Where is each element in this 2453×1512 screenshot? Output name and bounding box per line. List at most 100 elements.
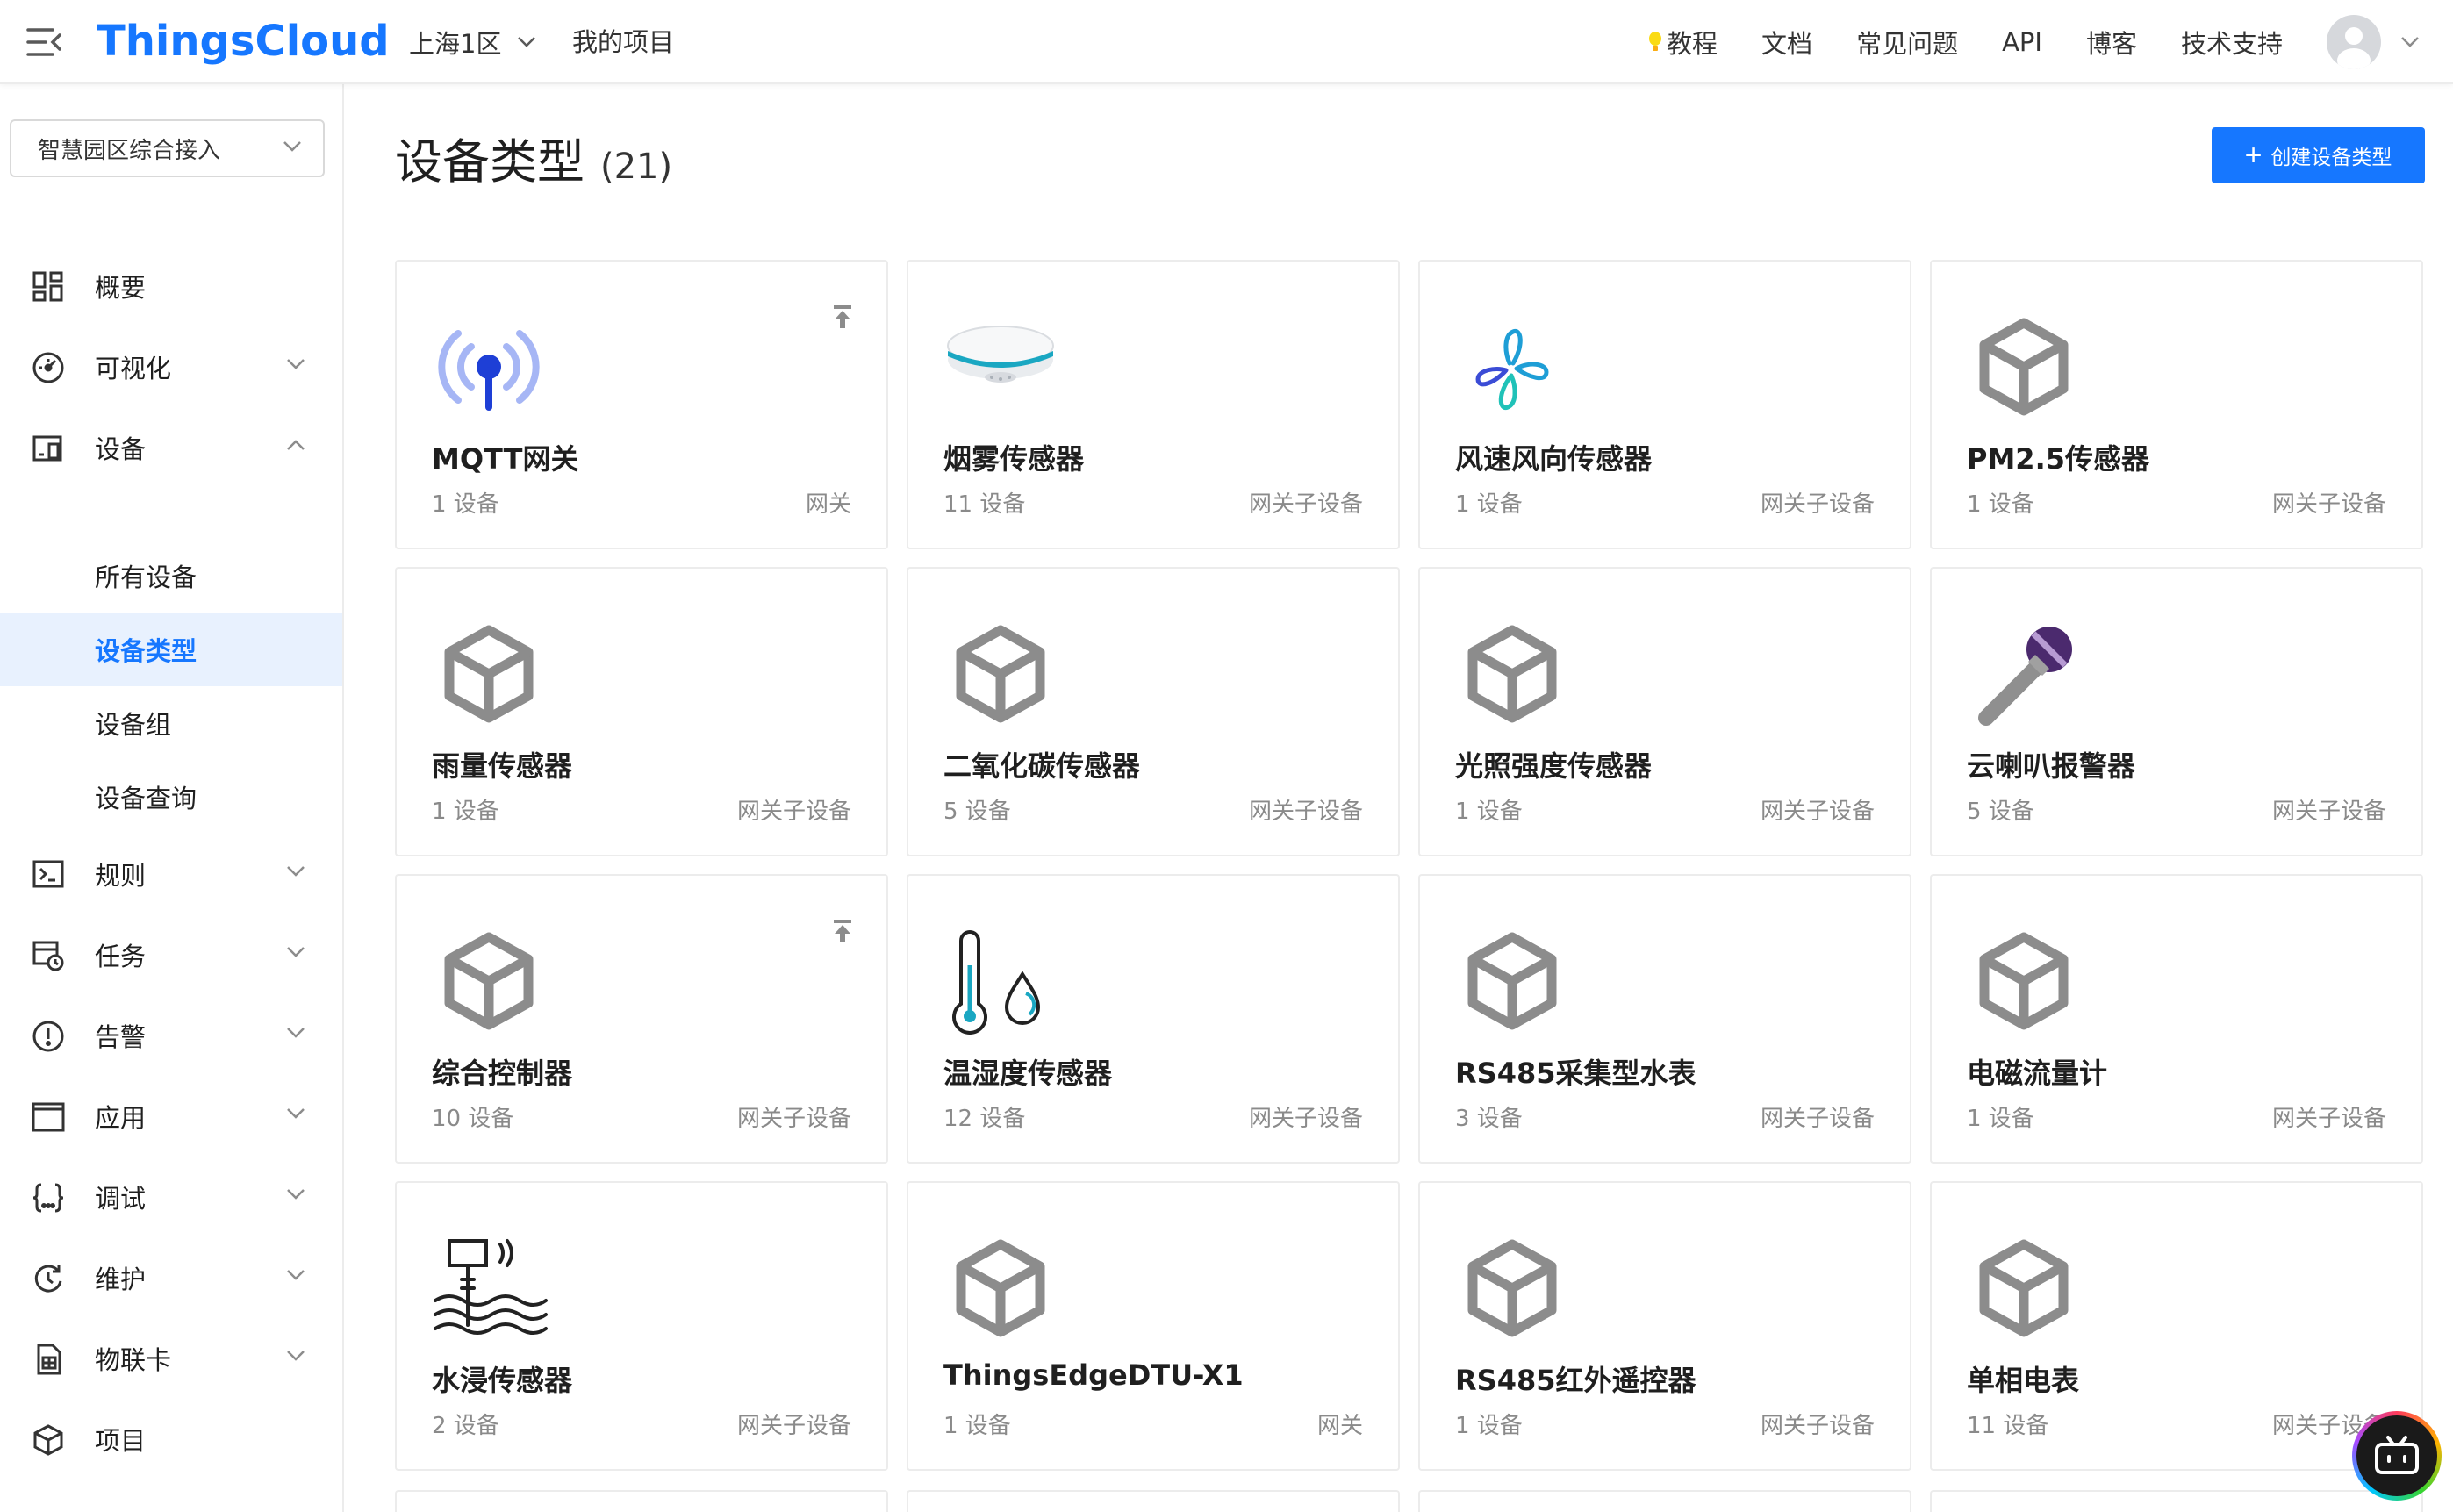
sidebar-sub-device-groups[interactable]: 设备组 xyxy=(0,686,342,760)
device-type-name: 温湿度传感器 xyxy=(943,1057,1113,1090)
nav-faq-link[interactable]: 常见问题 xyxy=(1856,24,1958,61)
sidebar-item-rules[interactable]: 规则 xyxy=(0,841,342,907)
device-type-card[interactable]: ThingsEdgeDTU-X1 1 设备 网关 xyxy=(907,1181,1400,1471)
top-header: ThingsCloud 上海1区 我的项目 教程 文档 常见问题 API 博客 … xyxy=(0,0,2453,84)
cube-icon xyxy=(432,930,555,1035)
mqtt-antenna-icon xyxy=(432,316,555,421)
project-select[interactable]: 智慧园区综合接入 xyxy=(10,119,325,177)
pin-to-top-icon[interactable] xyxy=(832,304,853,330)
device-count: 1 设备 xyxy=(943,1413,1011,1439)
sidebar-sub-device-query[interactable]: 设备查询 xyxy=(0,760,342,834)
wind-fan-icon xyxy=(1455,316,1578,421)
nav-docs-link[interactable]: 文档 xyxy=(1761,24,1812,61)
sidebar-item-visualization[interactable]: 可视化 xyxy=(0,333,342,400)
smoke-detector-icon xyxy=(943,316,1066,421)
device-count: 5 设备 xyxy=(943,799,1011,825)
cube-icon xyxy=(1967,316,2090,421)
device-category: 网关子设备 xyxy=(1248,799,1363,825)
chevron-down-icon xyxy=(287,947,305,957)
device-type-card[interactable] xyxy=(395,1490,888,1512)
device-category: 网关子设备 xyxy=(736,799,851,825)
device-type-card[interactable]: MQTT网关 1 设备 网关 xyxy=(395,260,888,549)
region-selector[interactable]: 上海1区 xyxy=(409,23,536,61)
sidebar-sub-device-types[interactable]: 设备类型 xyxy=(0,613,342,686)
device-category: 网关子设备 xyxy=(736,1413,851,1439)
dashboard-grid-icon xyxy=(32,271,63,302)
create-device-type-button[interactable]: + 创建设备类型 xyxy=(2212,127,2425,183)
device-type-card[interactable]: 水浸传感器 2 设备 网关子设备 xyxy=(395,1181,888,1471)
device-category: 网关子设备 xyxy=(1248,491,1363,518)
device-type-card[interactable]: RS485红外遥控器 1 设备 网关子设备 xyxy=(1418,1181,1911,1471)
thermometer-drop-icon xyxy=(943,930,1066,1035)
device-type-card[interactable]: 风速风向传感器 1 设备 网关子设备 xyxy=(1418,260,1911,549)
sidebar-item-devices[interactable]: 设备 xyxy=(0,414,342,481)
gauge-icon xyxy=(32,352,64,383)
my-projects-link[interactable]: 我的项目 xyxy=(572,23,674,61)
sidebar-item-tasks[interactable]: 任务 xyxy=(0,921,342,988)
task-calendar-icon xyxy=(32,941,64,971)
device-category: 网关 xyxy=(805,491,851,518)
device-type-name: ThingsEdgeDTU-X1 xyxy=(943,1358,1244,1392)
device-type-card[interactable]: 综合控制器 10 设备 网关子设备 xyxy=(395,874,888,1164)
device-category: 网关 xyxy=(1316,1413,1363,1439)
device-type-card[interactable] xyxy=(907,1490,1400,1512)
nav-api-link[interactable]: API xyxy=(2002,27,2042,57)
nav-blog-link[interactable]: 博客 xyxy=(2086,24,2137,61)
device-category: 网关子设备 xyxy=(2271,491,2386,518)
cube-icon xyxy=(1967,1237,2090,1343)
cube-icon xyxy=(432,623,555,728)
sidebar-item-debug[interactable]: 调试 xyxy=(0,1164,342,1230)
device-type-card[interactable]: 云喇叭报警器 5 设备 网关子设备 xyxy=(1930,567,2423,856)
terminal-icon xyxy=(32,860,64,888)
device-type-name: 综合控制器 xyxy=(432,1057,573,1090)
device-type-card[interactable]: 单相电表 11 设备 网关子设备 xyxy=(1930,1181,2423,1471)
device-type-card[interactable]: 温湿度传感器 12 设备 网关子设备 xyxy=(907,874,1400,1164)
device-count: 1 设备 xyxy=(1455,491,1523,518)
user-avatar[interactable] xyxy=(2327,15,2381,69)
menu-collapse-icon[interactable] xyxy=(26,25,63,60)
device-category: 网关子设备 xyxy=(2271,1106,2386,1132)
device-type-card[interactable]: 电磁流量计 1 设备 网关子设备 xyxy=(1930,874,2423,1164)
page-title-text: 设备类型 xyxy=(395,134,585,190)
project-box-icon xyxy=(33,1424,63,1456)
region-label: 上海1区 xyxy=(409,29,502,59)
window-icon xyxy=(32,1102,65,1132)
chevron-down-icon xyxy=(287,1028,305,1038)
device-type-card[interactable]: RS485采集型水表 3 设备 网关子设备 xyxy=(1418,874,1911,1164)
microphone-icon xyxy=(1967,623,2090,728)
floating-assistant-button[interactable] xyxy=(2352,1411,2442,1501)
nav-support-link[interactable]: 技术支持 xyxy=(2181,24,2283,61)
device-count: 11 设备 xyxy=(943,491,1026,518)
app-logo[interactable]: ThingsCloud xyxy=(97,12,390,70)
device-type-card[interactable]: PM2.5传感器 1 设备 网关子设备 xyxy=(1930,260,2423,549)
chevron-down-icon[interactable] xyxy=(2400,36,2420,48)
sidebar-item-overview[interactable]: 概要 xyxy=(0,253,342,319)
chevron-down-icon xyxy=(287,1108,305,1119)
device-type-count: (21) xyxy=(600,147,673,187)
device-type-card[interactable]: 光照强度传感器 1 设备 网关子设备 xyxy=(1418,567,1911,856)
device-type-name: 单相电表 xyxy=(1967,1364,2080,1397)
device-type-card[interactable]: 雨量传感器 1 设备 网关子设备 xyxy=(395,567,888,856)
device-type-name: 风速风向传感器 xyxy=(1455,442,1653,476)
nav-tutorial-link[interactable]: 教程 xyxy=(1647,24,1718,61)
device-type-card[interactable]: 二氧化碳传感器 5 设备 网关子设备 xyxy=(907,567,1400,856)
device-type-name: 二氧化碳传感器 xyxy=(943,749,1141,783)
cube-icon xyxy=(1967,930,2090,1035)
device-type-card[interactable]: 烟雾传感器 11 设备 网关子设备 xyxy=(907,260,1400,549)
sidebar-item-maintenance[interactable]: 维护 xyxy=(0,1244,342,1311)
sidebar-sub-all-devices[interactable]: 所有设备 xyxy=(0,539,342,613)
sidebar-item-iot-card[interactable]: 物联卡 xyxy=(0,1325,342,1392)
chevron-down-icon xyxy=(283,141,301,152)
sidebar-item-projects[interactable]: 项目 xyxy=(0,1406,342,1473)
device-type-name: 雨量传感器 xyxy=(432,749,573,783)
sidebar-item-apps[interactable]: 应用 xyxy=(0,1083,342,1150)
chevron-up-icon xyxy=(287,440,305,450)
device-type-card[interactable] xyxy=(1418,1490,1911,1512)
device-category: 网关子设备 xyxy=(1760,799,1875,825)
device-type-name: 烟雾传感器 xyxy=(943,442,1085,476)
cube-icon xyxy=(943,623,1066,728)
chevron-down-icon xyxy=(287,1189,305,1200)
device-type-card[interactable] xyxy=(1930,1490,2423,1512)
sidebar-item-alerts[interactable]: 告警 xyxy=(0,1002,342,1069)
pin-to-top-icon[interactable] xyxy=(832,918,853,944)
